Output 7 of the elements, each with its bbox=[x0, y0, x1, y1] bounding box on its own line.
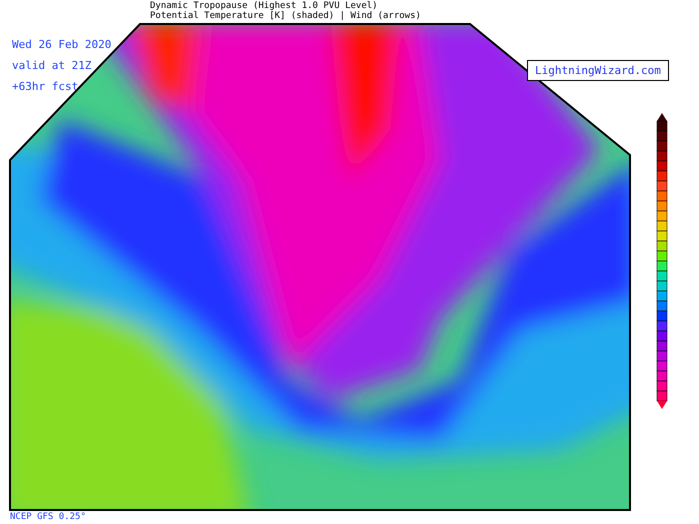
run-info-text: valid at 21Z bbox=[12, 59, 92, 72]
data-source-text: NCEP GFS 0.25° bbox=[10, 512, 86, 522]
map-subtitle: Potential Temperature [K] (shaded) | Wind (arrows) bbox=[150, 11, 421, 21]
site-logo: LightningWizard.com bbox=[527, 60, 669, 81]
map-title: Dynamic Tropopause (Highest 1.0 PVU Level) bbox=[150, 1, 379, 11]
run-info-text: Wed 26 Feb 2020 bbox=[12, 38, 112, 51]
run-info-text: +63hr fcst bbox=[12, 80, 80, 93]
